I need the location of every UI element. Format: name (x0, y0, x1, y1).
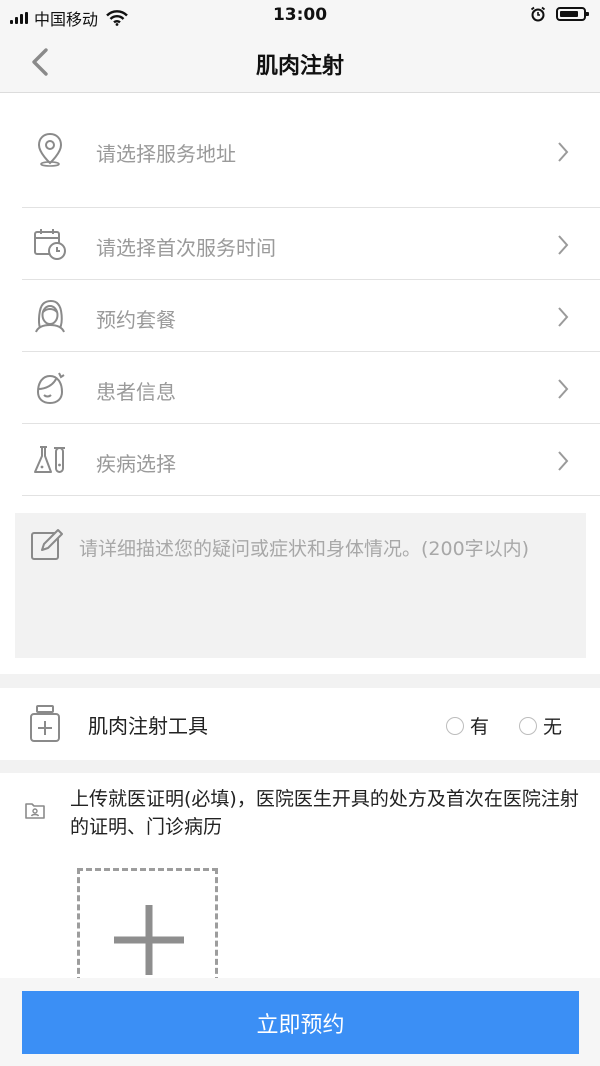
tool-yes-label: 有 (470, 716, 490, 738)
chevron-right-icon (558, 451, 569, 471)
radio-circle[interactable] (446, 716, 464, 735)
medicine-bottle-icon (30, 705, 60, 742)
first-service-time-label: 请选择首次服务时间 (96, 236, 276, 260)
form-list: 请选择服务地址 请选择首次服务时间 预约套餐 患者信息 疾病选择 (0, 93, 600, 496)
disease-select-row[interactable]: 疾病选择 (22, 424, 600, 496)
description-textarea[interactable]: 请详细描述您的疑问或症状和身体情况。(200字以内) (15, 513, 586, 658)
package-label: 预约套餐 (96, 308, 176, 332)
tool-no-label: 无 (543, 716, 563, 738)
book-now-button[interactable]: 立即预约 (22, 991, 579, 1054)
tool-yes-radio[interactable]: 有 (446, 712, 489, 739)
page-title: 肌肉注射 (255, 54, 344, 79)
plus-icon (114, 905, 184, 975)
tool-no-radio[interactable]: 无 (519, 712, 562, 739)
bottom-bar: 立即预约 (0, 978, 600, 1066)
status-bar: 中国移动 13:00 (0, 0, 600, 32)
service-address-label: 请选择服务地址 (96, 142, 236, 166)
package-row[interactable]: 预约套餐 (22, 280, 600, 352)
patient-info-row[interactable]: 患者信息 (22, 352, 600, 424)
chevron-right-icon (558, 307, 569, 327)
edit-icon (31, 529, 63, 560)
chevron-right-icon (558, 235, 569, 255)
injection-tool-label: 肌肉注射工具 (88, 714, 208, 738)
id-card-folder-icon (25, 803, 45, 819)
injection-tool-row: 肌肉注射工具 有 无 (0, 688, 600, 760)
add-photo-button[interactable] (77, 868, 218, 983)
lab-flask-icon (34, 446, 65, 473)
upload-instructions: 上传就医证明(必填)，医院医生开具的处方及首次在医院注射的证明、门诊病历 (70, 788, 579, 838)
service-address-row[interactable]: 请选择服务地址 (22, 93, 600, 208)
alarm-icon (530, 6, 546, 22)
section-divider (0, 674, 600, 688)
status-time: 13:00 (272, 5, 328, 25)
calendar-clock-icon (34, 229, 66, 260)
disease-select-label: 疾病选择 (96, 452, 176, 476)
location-icon (37, 132, 63, 167)
description-placeholder: 请详细描述您的疑问或症状和身体情况。(200字以内) (79, 538, 530, 560)
battery-icon (556, 7, 589, 21)
nav-bar: 肌肉注射 (0, 32, 600, 93)
section-divider (0, 760, 600, 773)
patient-icon (36, 372, 65, 405)
nurse-icon (35, 300, 65, 333)
patient-info-label: 患者信息 (96, 380, 176, 404)
upload-section: 上传就医证明(必填)，医院医生开具的处方及首次在医院注射的证明、门诊病历 (0, 773, 600, 983)
chevron-right-icon (558, 379, 569, 399)
radio-circle[interactable] (519, 716, 537, 735)
chevron-right-icon (558, 142, 569, 162)
first-service-time-row[interactable]: 请选择首次服务时间 (22, 208, 600, 280)
